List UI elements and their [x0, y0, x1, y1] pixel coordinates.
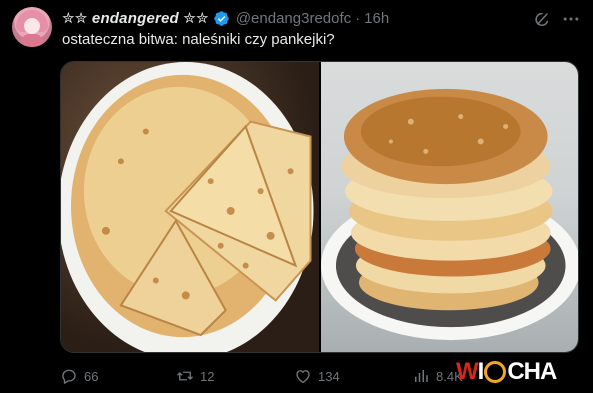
wiocha-watermark: W I CHA: [456, 355, 557, 389]
display-name[interactable]: ✮✮ endangered ✮✮: [62, 9, 209, 27]
pancakes-illustration: [320, 88, 578, 341]
separator-dot: ·: [355, 9, 361, 27]
avatar[interactable]: [12, 7, 52, 47]
pancakes-image[interactable]: [320, 62, 578, 352]
tweet-text: ostateczna bitwa: naleśniki czy pankejki…: [62, 31, 335, 48]
watermark-w: W: [456, 358, 479, 385]
tweet[interactable]: ✮✮ endangered ✮✮ @endang3redofc · 16h os…: [0, 0, 593, 393]
watermark-wheel-icon: [484, 361, 507, 383]
like-button[interactable]: 134: [294, 366, 340, 386]
timestamp[interactable]: 16h: [364, 10, 389, 27]
grok-icon[interactable]: [532, 9, 552, 29]
like-count: 134: [318, 368, 340, 384]
reply-button[interactable]: 66: [60, 366, 98, 386]
reply-count: 66: [84, 368, 99, 384]
like-icon: [296, 370, 310, 384]
crepes-illustration: [61, 62, 314, 352]
more-icon[interactable]: [561, 9, 581, 29]
handle[interactable]: @endang3redofc: [236, 10, 351, 27]
media-grid[interactable]: [60, 61, 579, 353]
reply-icon: [62, 369, 76, 384]
watermark-cha: CHA: [507, 358, 557, 385]
tweet-header: ✮✮ endangered ✮✮ @endang3redofc · 16h: [62, 8, 389, 28]
avatar-face: [24, 18, 40, 34]
watermark-i: I: [477, 358, 485, 385]
repost-button[interactable]: 12: [176, 366, 214, 386]
crepes-image[interactable]: [61, 62, 319, 352]
repost-count: 12: [200, 368, 215, 384]
verified-badge-icon: [214, 10, 229, 26]
views-icon: [415, 370, 428, 382]
avatar-body: [20, 34, 44, 47]
repost-icon: [177, 371, 193, 381]
